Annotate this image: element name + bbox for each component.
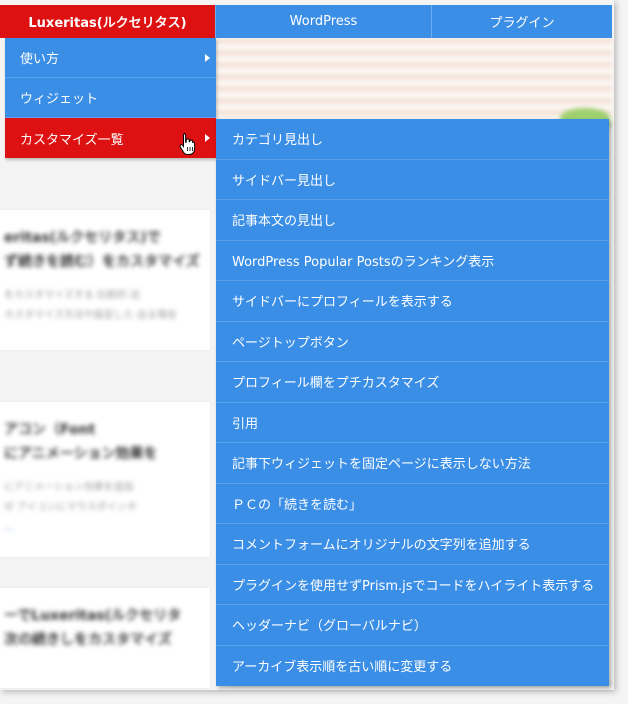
chevron-right-icon (205, 53, 210, 62)
dropdown-item-label: 使い方 (20, 52, 60, 67)
post-title: アコン（Font (4, 422, 96, 438)
dropdown-item-widget[interactable]: ウィジェット (5, 78, 216, 118)
submenu-item[interactable]: ＰＣの「続きを読む」 (216, 483, 609, 524)
nav-item-plugin[interactable]: プラグイン (432, 5, 612, 38)
hand-pointer-icon (179, 133, 196, 155)
dropdown-item-usage[interactable]: 使い方 (5, 38, 216, 78)
post-excerpt: カスタマイズ方法や設定した 出る場合 (4, 310, 177, 321)
post-title: ーでLuxeritas(ルクセリタ (4, 608, 182, 624)
post-excerpt: をカスタマイズする 比較的 出 (4, 290, 141, 301)
post-title: にアニメーション効果を (4, 446, 158, 462)
submenu-item[interactable]: 記事下ウィジェットを固定ページに表示しない方法 (216, 443, 609, 484)
post-card[interactable]: eritas(ルクセリタス)で ず続きを読む）をカスタマイズ をカスタマイズする… (0, 210, 210, 350)
nav-item-wordpress[interactable]: WordPress (216, 5, 432, 38)
post-card[interactable]: アコン（Font にアニメーション効果を にアニメーション効果を追加 ぜ アイコ… (0, 402, 210, 557)
read-more-link[interactable]: ... (4, 522, 210, 533)
submenu-item[interactable]: 引用 (216, 402, 609, 443)
nav-submenu: カテゴリ見出し サイドバー見出し 記事本文の見出し WordPress Popu… (216, 119, 609, 686)
submenu-item[interactable]: カテゴリ見出し (216, 119, 609, 160)
submenu-item[interactable]: コメントフォームにオリジナルの文字列を追加する (216, 524, 609, 565)
submenu-item[interactable]: WordPress Popular Postsのランキング表示 (216, 240, 609, 281)
global-nav: Luxeritas(ルクセリタス) WordPress プラグイン (0, 5, 612, 38)
chevron-right-icon (205, 134, 210, 142)
nav-item-luxeritas[interactable]: Luxeritas(ルクセリタス) (0, 5, 216, 38)
submenu-item[interactable]: 記事本文の見出し (216, 200, 609, 241)
post-excerpt: にアニメーション効果を追加 (4, 482, 134, 493)
header-pattern (216, 38, 612, 120)
post-card[interactable]: ーでLuxeritas(ルクセリタ 次の続きしをカスタマイズ (0, 588, 210, 688)
post-excerpt: ぜ アイコンにマウスポインタ (4, 502, 137, 513)
post-title: 次の続きしをカスタマイズ (4, 632, 172, 648)
submenu-item[interactable]: ヘッダーナビ（グローバルナビ） (216, 605, 609, 646)
post-title: ず続きを読む）をカスタマイズ (4, 254, 200, 270)
submenu-item[interactable]: ページトップボタン (216, 321, 609, 362)
submenu-item[interactable]: サイドバーにプロフィールを表示する (216, 281, 609, 322)
post-title: eritas(ルクセリタス)で (4, 230, 161, 246)
dropdown-item-label: カスタマイズ一覧 (20, 132, 124, 148)
submenu-item[interactable]: プロフィール欄をプチカスタマイズ (216, 362, 609, 403)
submenu-item[interactable]: サイドバー見出し (216, 159, 609, 200)
submenu-item[interactable]: プラグインを使用せずPrism.jsでコードをハイライト表示する (216, 564, 609, 605)
dropdown-item-label: ウィジェット (20, 92, 99, 107)
submenu-item[interactable]: アーカイブ表示順を古い順に変更する (216, 645, 609, 686)
